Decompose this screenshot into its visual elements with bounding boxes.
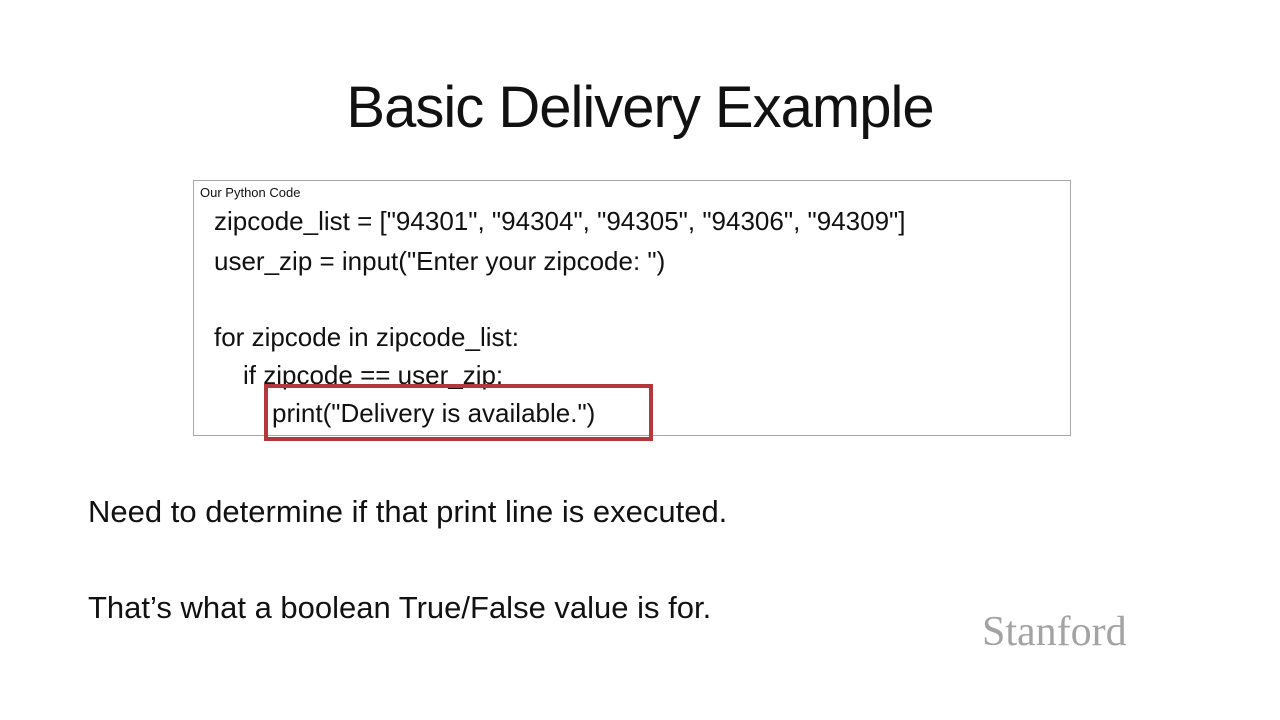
code-line-user-zip: user_zip = input("Enter your zipcode: ") [214, 246, 666, 276]
stanford-logo: Stanford [982, 609, 1127, 655]
slide-title: Basic Delivery Example [346, 75, 934, 140]
note-boolean: That’s what a boolean True/False value i… [88, 590, 712, 625]
code-line-zipcode-list: zipcode_list = ["94301", "94304", "94305… [214, 206, 906, 236]
code-line-for-loop: for zipcode in zipcode_list: [214, 322, 519, 352]
print-line-highlight [264, 384, 653, 441]
note-determine-print: Need to determine if that print line is … [88, 494, 728, 529]
code-panel-label: Our Python Code [200, 185, 301, 200]
